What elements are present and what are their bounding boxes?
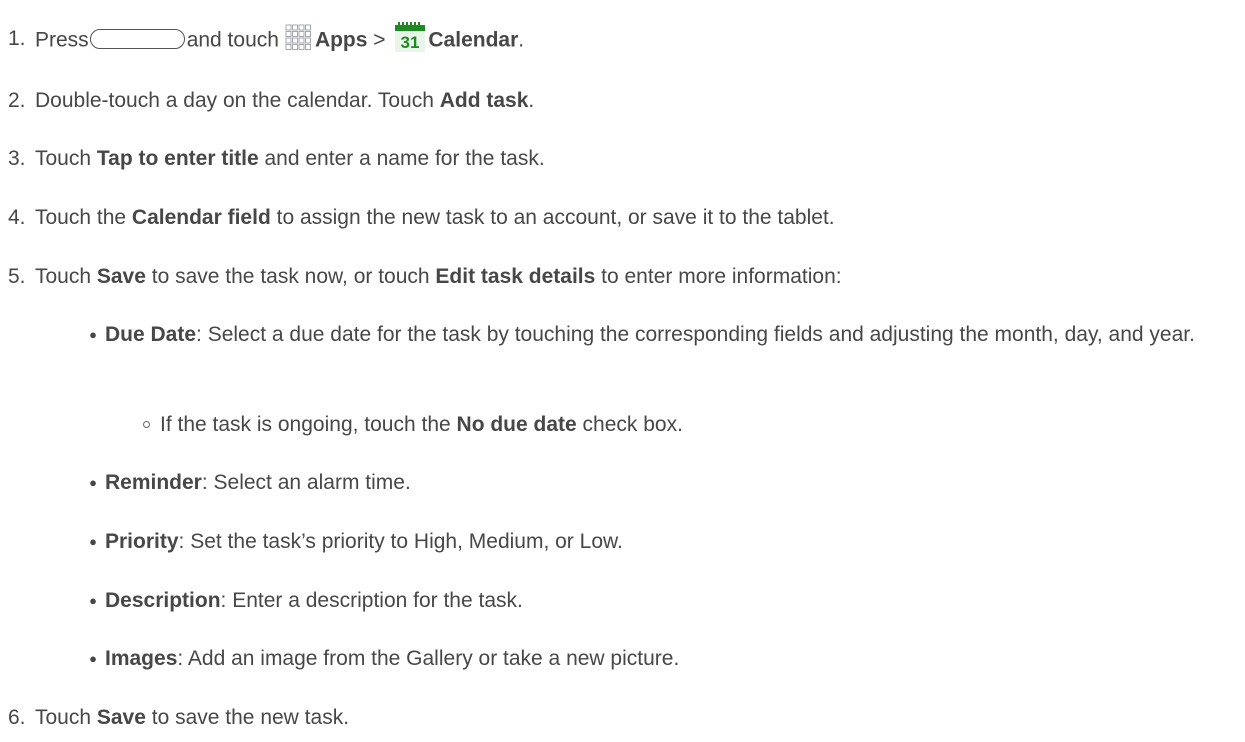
text-run: Double-touch a day on the calendar. Touc…: [35, 89, 440, 112]
step-text: Press and touch Apps > 31 Calendar.: [35, 22, 525, 56]
text-run: : Set the task’s priority to High, Mediu…: [178, 530, 623, 553]
text-run: : Select an alarm time.: [201, 471, 411, 494]
bullet-dot-icon: ●: [89, 651, 97, 666]
text-run: check box.: [576, 413, 683, 436]
bullet-text: Priority: Set the task’s priority to Hig…: [105, 529, 623, 554]
tap-to-enter-title-label: Tap to enter title: [96, 147, 259, 170]
bullet-dot-icon: ●: [89, 475, 97, 490]
step-period: .: [518, 28, 525, 52]
save-label: Save: [96, 706, 146, 729]
text-run: Touch the: [35, 206, 132, 229]
bullet-dot-icon: ●: [89, 593, 97, 608]
text-run: : Add an image from the Gallery or take …: [177, 647, 680, 670]
text-run: If the task is ongoing, touch the: [160, 413, 457, 436]
due-date-label: Due Date: [105, 323, 197, 346]
bullet-dot-icon: ●: [89, 327, 97, 342]
sub-bullet-text: If the task is ongoing, touch the No due…: [160, 412, 683, 437]
bullet-text: Reminder: Select an alarm time.: [105, 470, 411, 495]
bullet-dot-icon: ●: [89, 534, 97, 549]
bullet-text: Description: Enter a description for the…: [105, 588, 523, 613]
apps-label: Apps: [314, 28, 368, 52]
text-run: to save the task now, or touch: [145, 265, 436, 288]
text-run: Touch: [35, 706, 97, 729]
text-run: and enter a name for the task.: [258, 147, 545, 170]
step-number: 6.: [8, 706, 26, 729]
add-task-label: Add task: [439, 89, 529, 112]
hollow-circle-bullet-icon: [143, 421, 150, 428]
text-run: to save the new task.: [145, 706, 350, 729]
priority-label: Priority: [105, 530, 179, 553]
save-label: Save: [96, 265, 146, 288]
step-number: 3.: [8, 147, 26, 170]
images-label: Images: [105, 647, 178, 670]
home-button-icon: [89, 29, 185, 49]
text-run: Touch: [35, 265, 97, 288]
reminder-label: Reminder: [105, 471, 202, 494]
text-run: .: [528, 89, 535, 112]
calendar-field-label: Calendar field: [131, 206, 271, 229]
calendar-label: Calendar: [428, 28, 519, 52]
bullet-text: Images: Add an image from the Gallery or…: [105, 646, 679, 671]
calendar-icon: 31: [395, 22, 426, 52]
bullet-text: Due Date: Select a due date for the task…: [105, 319, 1230, 351]
apps-grid-icon: [285, 24, 311, 50]
calendar-day-text: 31: [401, 33, 420, 52]
edit-task-details-label: Edit task details: [435, 265, 596, 288]
step-text: Touch Tap to enter title and enter a nam…: [35, 146, 545, 171]
no-due-date-label: No due date: [456, 413, 577, 436]
step-text: Double-touch a day on the calendar. Touc…: [35, 88, 534, 113]
step-number: 4.: [8, 206, 26, 229]
text-run: to assign the new task to an account, or…: [270, 206, 835, 229]
step-number: 1.: [8, 27, 26, 50]
step-text: Touch the Calendar field to assign the n…: [35, 205, 835, 230]
separator-gt: >: [373, 28, 386, 52]
text-run: : Enter a description for the task.: [220, 589, 523, 612]
step-word: and touch: [186, 28, 279, 52]
step-word: Press: [35, 28, 89, 52]
text-run: Touch: [35, 147, 97, 170]
step-text: Touch Save to save the task now, or touc…: [35, 264, 842, 289]
text-run: : Select a due date for the task by touc…: [196, 323, 1195, 346]
step-number: 2.: [8, 89, 26, 112]
description-label: Description: [105, 589, 221, 612]
step-number: 5.: [8, 265, 26, 288]
step-text: Touch Save to save the new task.: [35, 705, 349, 730]
text-run: to enter more information:: [595, 265, 842, 288]
